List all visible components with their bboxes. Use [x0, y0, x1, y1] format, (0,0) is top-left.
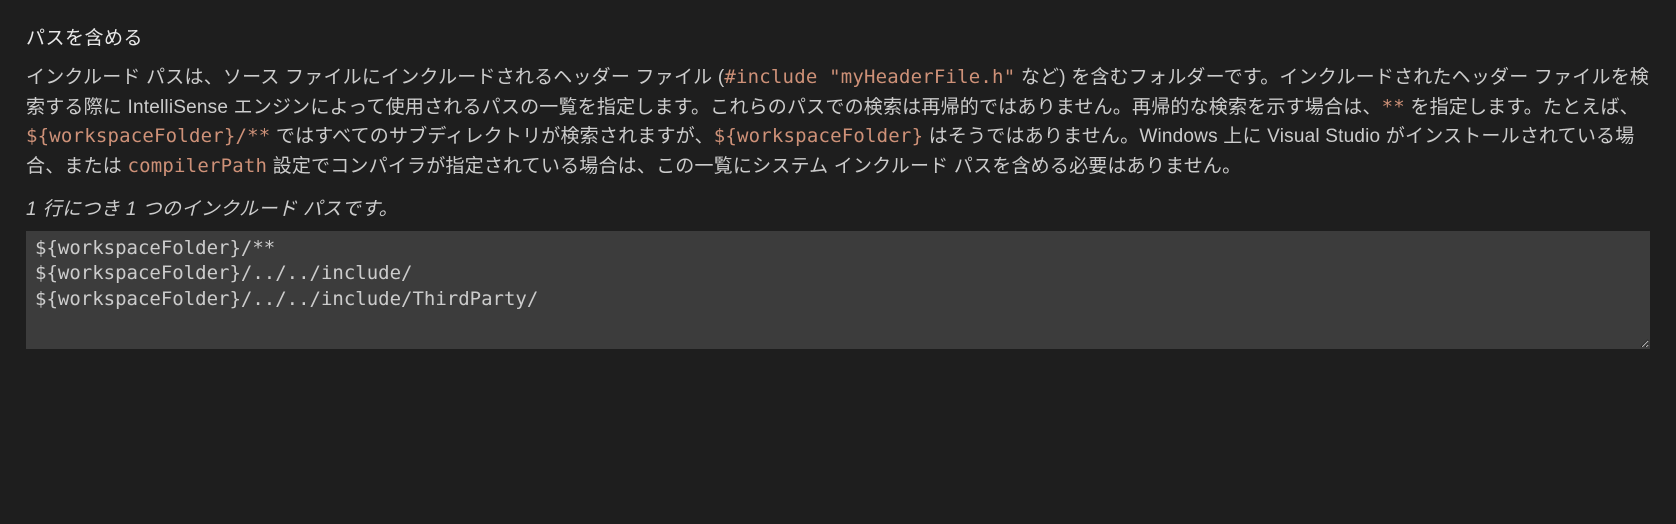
input-hint: 1 行につき 1 つのインクルード パスです。	[26, 195, 1650, 224]
desc-code-compilerpath: compilerPath	[127, 155, 267, 177]
include-path-field-wrap	[26, 231, 1650, 358]
desc-code-workspace: ${workspaceFolder}	[714, 125, 924, 147]
desc-code-workspace-glob: ${workspaceFolder}/**	[26, 125, 270, 147]
desc-text: インクルード パスは、ソース ファイルにインクルードされるヘッダー ファイル (	[26, 67, 724, 88]
section-title: パスを含める	[26, 24, 1650, 53]
desc-text: を指定します。たとえば、	[1405, 97, 1639, 118]
include-path-input[interactable]	[26, 231, 1650, 349]
desc-code-include: #include "myHeaderFile.h"	[724, 66, 1015, 88]
desc-code-globstar: **	[1382, 96, 1405, 118]
desc-text: ではすべてのサブディレクトリが検索されますが、	[270, 126, 713, 147]
desc-text: 設定でコンパイラが指定されている場合は、この一覧にシステム インクルード パスを…	[267, 156, 1241, 177]
section-description: インクルード パスは、ソース ファイルにインクルードされるヘッダー ファイル (…	[26, 63, 1650, 181]
